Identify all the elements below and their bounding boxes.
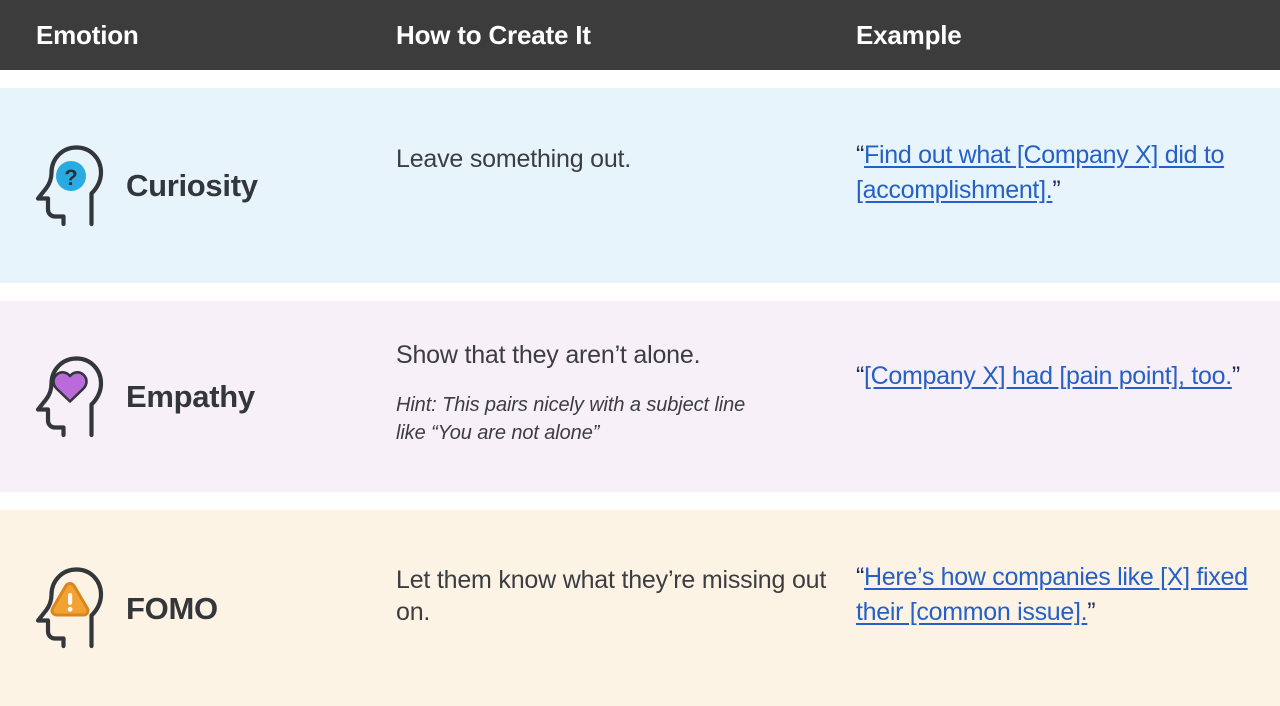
cell-emotion: FOMO bbox=[0, 510, 388, 706]
open-quote: “ bbox=[856, 563, 865, 591]
emotion-table: Emotion How to Create It Example ? Curio… bbox=[0, 0, 1280, 706]
emotion-label: Curiosity bbox=[126, 168, 258, 203]
open-quote: “ bbox=[856, 141, 865, 169]
how-to-text: Leave something out. bbox=[396, 145, 632, 173]
svg-text:?: ? bbox=[64, 165, 77, 190]
emotion-label: FOMO bbox=[126, 590, 218, 626]
cell-example: “[Company X] had [pain point], too.” bbox=[848, 301, 1280, 394]
table-row: Empathy Show that they aren’t alone. Hin… bbox=[0, 301, 1280, 492]
column-header-emotion: Emotion bbox=[36, 19, 139, 50]
head-heart-icon bbox=[35, 355, 104, 437]
cell-emotion: ? Curiosity bbox=[0, 88, 388, 283]
column-header-example: Example bbox=[856, 19, 962, 50]
example-link[interactable]: Here’s how companies like [X] fixed thei… bbox=[856, 563, 1248, 626]
close-quote: ” bbox=[1052, 176, 1061, 204]
table-row: FOMO Let them know what they’re missing … bbox=[0, 510, 1280, 706]
cell-how-to-create-it: Leave something out. bbox=[388, 88, 848, 175]
close-quote: ” bbox=[1087, 598, 1096, 626]
example-quote: “Here’s how companies like [X] fixed the… bbox=[856, 560, 1256, 630]
column-header-how-to-create-it: How to Create It bbox=[396, 19, 591, 50]
cell-example: “Find out what [Company X] did to [accom… bbox=[848, 88, 1280, 208]
head-question-icon: ? bbox=[35, 144, 104, 226]
cell-emotion: Empathy bbox=[0, 301, 388, 492]
how-to-text: Let them know what they’re missing out o… bbox=[396, 566, 827, 626]
open-quote: “ bbox=[856, 362, 865, 390]
cell-how-to-create-it: Show that they aren’t alone. Hint: This … bbox=[388, 301, 848, 448]
head-warning-icon bbox=[35, 567, 104, 649]
example-link[interactable]: [Company X] had [pain point], too. bbox=[864, 362, 1232, 390]
how-to-hint-text: Hint: This pairs nicely with a subject l… bbox=[396, 394, 746, 445]
example-quote: “[Company X] had [pain point], too.” bbox=[856, 359, 1256, 394]
cell-how-to-create-it: Let them know what they’re missing out o… bbox=[388, 510, 848, 628]
cell-example: “Here’s how companies like [X] fixed the… bbox=[848, 510, 1280, 630]
close-quote: ” bbox=[1231, 362, 1240, 390]
table-row: ? Curiosity Leave something out. “Find o… bbox=[0, 88, 1280, 283]
example-quote: “Find out what [Company X] did to [accom… bbox=[856, 138, 1256, 208]
emotion-label: Empathy bbox=[126, 379, 255, 414]
example-link[interactable]: Find out what [Company X] did to [accomp… bbox=[856, 141, 1224, 204]
table-header-row: Emotion How to Create It Example bbox=[0, 0, 1280, 70]
how-to-text: Show that they aren’t alone. bbox=[396, 341, 701, 369]
